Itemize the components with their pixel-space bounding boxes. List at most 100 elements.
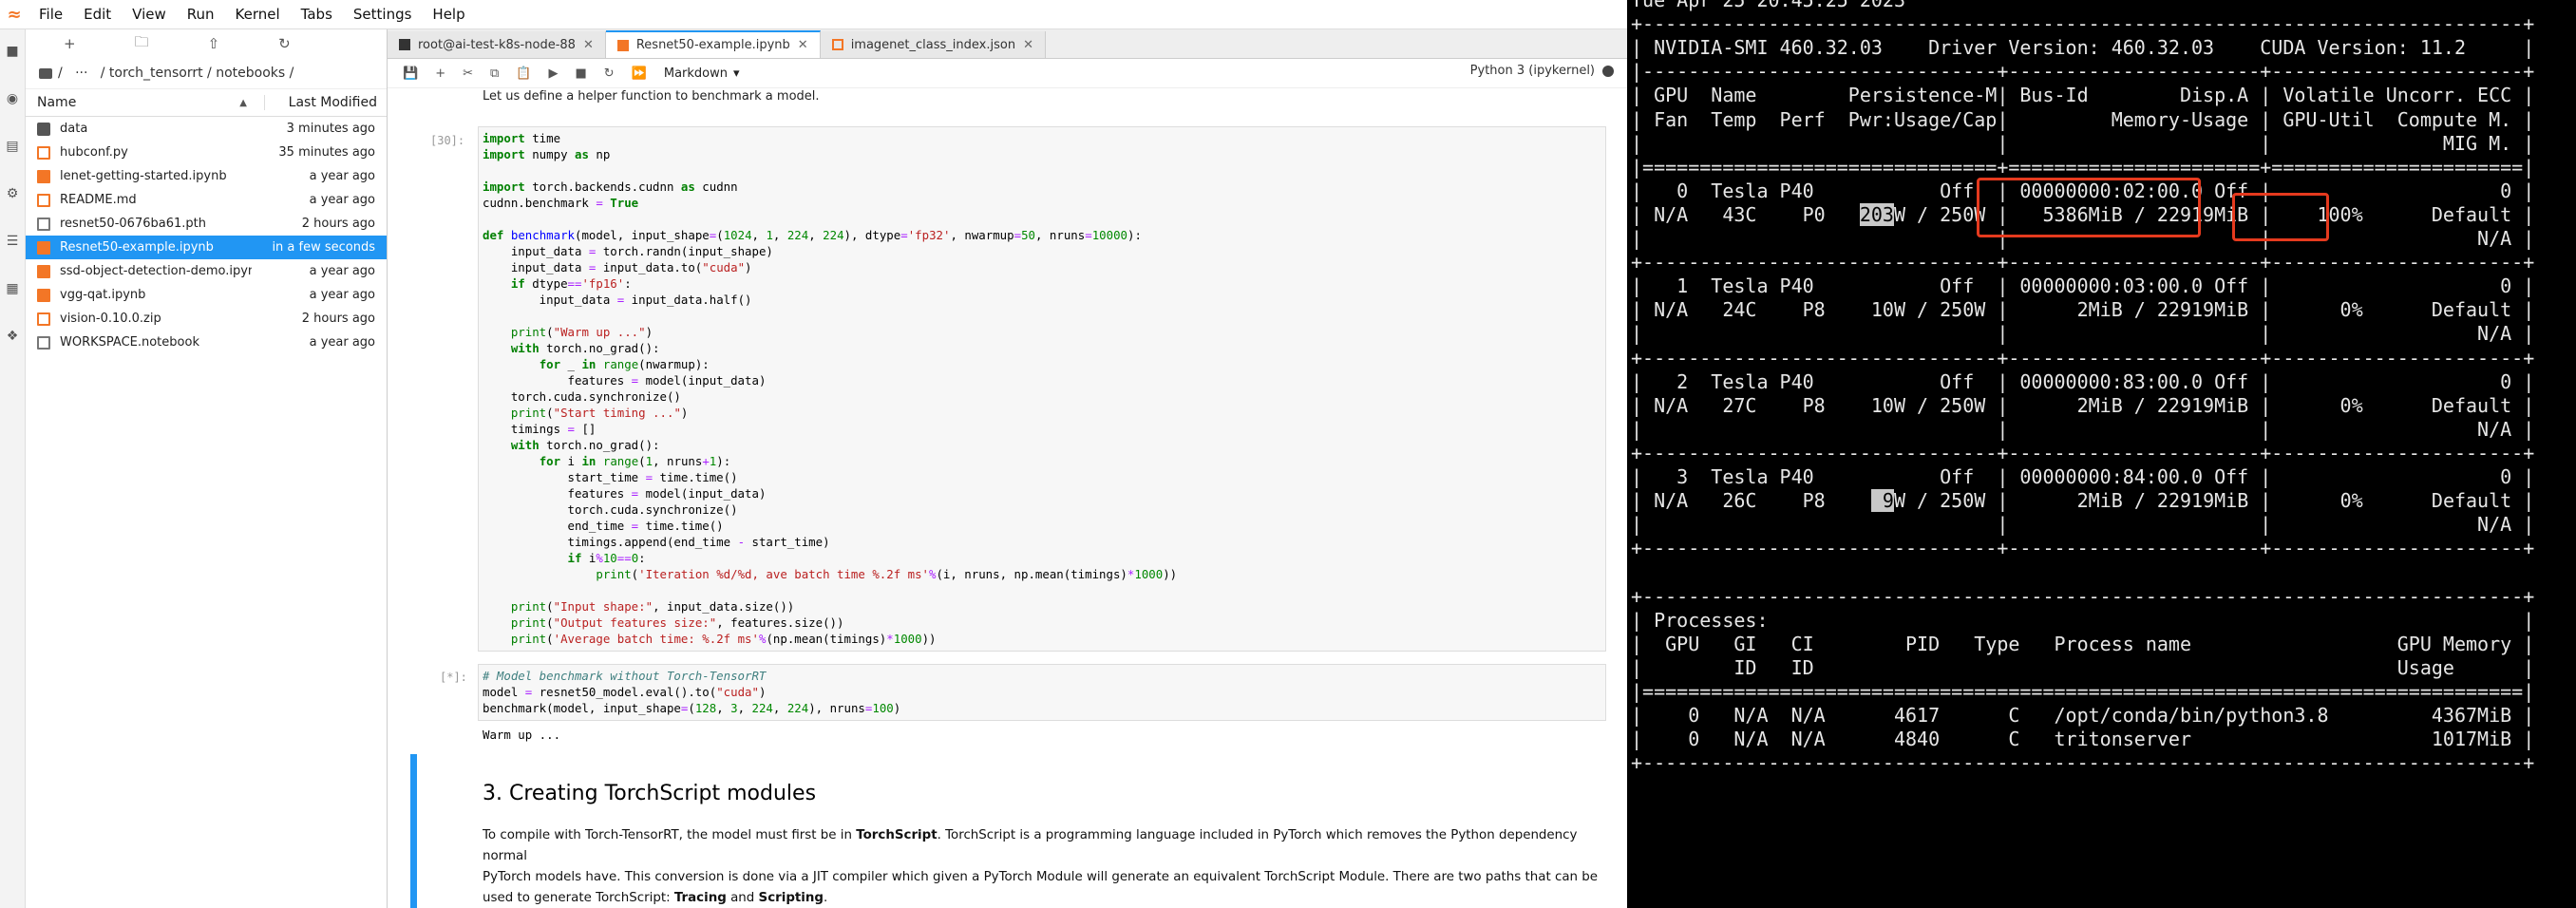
close-icon[interactable]: ✕	[1023, 38, 1033, 52]
file-item[interactable]: Resnet50-example.ipynb in a few seconds	[26, 236, 387, 259]
tabs-icon[interactable]: ▦	[4, 280, 21, 297]
paste-icon[interactable]: 📋	[516, 66, 531, 81]
terminal-line: | 0 N/A N/A 4840 C tritonserver 1017MiB …	[1631, 728, 2535, 751]
menu-kernel[interactable]: Kernel	[225, 6, 291, 23]
kernel-status[interactable]: Python 3 (ipykernel)	[1470, 64, 1614, 78]
cell-output: Warm up ...	[483, 728, 561, 742]
close-icon[interactable]: ✕	[583, 38, 594, 52]
folder-icon	[39, 67, 52, 79]
file-name: lenet-getting-started.ipynb	[60, 169, 227, 183]
menu-tabs[interactable]: Tabs	[291, 6, 343, 23]
sort-ascending-icon: ▲	[239, 97, 247, 108]
cell-type-select[interactable]: Markdown ▾	[664, 66, 740, 81]
terminal-line: |=======================================…	[1631, 679, 2535, 703]
file-item[interactable]: WORKSPACE.notebook a year ago	[26, 331, 387, 354]
upload-icon[interactable]: ⇧	[208, 35, 220, 52]
file-item[interactable]: lenet-getting-started.ipynb a year ago	[26, 164, 387, 188]
terminal-line: +-------------------------------+-------…	[1631, 441, 2535, 464]
file-browser: + 🗀 ⇧ ↻ / ··· / torch_tensorrt / noteboo…	[26, 29, 388, 908]
file-item[interactable]: resnet50-0676ba61.pth 2 hours ago	[26, 212, 387, 236]
running-icon[interactable]: ◉	[4, 90, 21, 107]
file-modified: 2 hours ago	[301, 217, 375, 231]
terminal-line: | N/A 26C P8 9W / 250W | 2MiB / 22919MiB…	[1631, 489, 2535, 513]
commands-icon[interactable]: ▤	[4, 138, 21, 155]
notebook-toolbar: 💾 + ✂ ⧉ 📋 ▶ ■ ↻ ⏩ Markdown ▾	[388, 59, 1627, 88]
zip-file-icon	[37, 312, 50, 326]
python-file-icon	[37, 145, 50, 160]
terminal-line: | | | N/A |	[1631, 417, 2535, 441]
terminal-line: | 3 Tesla P40 Off | 00000000:84:00.0 Off…	[1631, 465, 2535, 488]
file-modified: 35 minutes ago	[278, 145, 375, 160]
tab-json[interactable]: imagenet_class_index.json ✕	[820, 31, 1046, 58]
insert-cell-icon[interactable]: +	[435, 66, 445, 81]
run-icon[interactable]: ▶	[548, 66, 558, 81]
notebook-icon	[37, 288, 50, 302]
menu-help[interactable]: Help	[422, 6, 475, 23]
save-icon[interactable]: 💾	[403, 66, 418, 81]
terminal-line: |-------------------------------+-------…	[1631, 60, 2535, 84]
property-inspector-icon[interactable]: ⚙	[4, 185, 21, 202]
file-item[interactable]: hubconf.py 35 minutes ago	[26, 141, 387, 164]
extensions-icon[interactable]: ❖	[4, 328, 21, 345]
menu-edit[interactable]: Edit	[73, 6, 122, 23]
cell-prompt: [*]:	[440, 671, 467, 684]
terminal-line: | ID ID Usage |	[1631, 655, 2535, 679]
highlight-box-gpu-util	[2232, 193, 2329, 241]
terminal-line: +-------------------------------+-------…	[1631, 346, 2535, 369]
menubar: ≈ File Edit View Run Kernel Tabs Setting…	[0, 0, 1627, 29]
menu-view[interactable]: View	[122, 6, 177, 23]
file-modified: a year ago	[309, 193, 375, 207]
file-item[interactable]: README.md a year ago	[26, 188, 387, 212]
new-folder-icon[interactable]: 🗀	[135, 32, 149, 56]
column-last-modified[interactable]: Last Modified	[264, 95, 387, 110]
chevron-down-icon: ▾	[733, 66, 740, 81]
toc-icon[interactable]: ☰	[4, 233, 21, 250]
tab-terminal[interactable]: root@ai-test-k8s-node-88 ✕	[388, 31, 606, 58]
restart-icon[interactable]: ↻	[604, 66, 615, 81]
refresh-icon[interactable]: ↻	[278, 35, 291, 52]
close-icon[interactable]: ✕	[798, 38, 808, 52]
file-item[interactable]: data 3 minutes ago	[26, 117, 387, 141]
code-text: # Model benchmark without Torch-TensorRT…	[483, 669, 901, 715]
kernel-busy-icon	[1602, 65, 1614, 77]
stop-icon[interactable]: ■	[575, 66, 586, 81]
active-cell-indicator[interactable]	[410, 754, 417, 908]
file-item[interactable]: vision-0.10.0.zip 2 hours ago	[26, 307, 387, 331]
file-list: data 3 minutes ago hubconf.py 35 minutes ag…	[26, 117, 387, 354]
terminal-line: | 1 Tesla P40 Off | 00000000:03:00.0 Off…	[1631, 274, 2535, 298]
file-item[interactable]: vgg-qat.ipynb a year ago	[26, 283, 387, 307]
file-name: resnet50-0676ba61.pth	[60, 217, 206, 231]
folder-icon	[37, 122, 50, 136]
terminal-line: +---------------------------------------…	[1631, 751, 2535, 775]
file-item[interactable]: ssd-object-detection-demo.ipynb a year ag…	[26, 259, 387, 283]
code-cell-run-benchmark[interactable]: # Model benchmark without Torch-TensorRT…	[478, 664, 1606, 721]
file-name: hubconf.py	[60, 145, 128, 160]
column-name[interactable]: Name	[26, 95, 239, 110]
tab-notebook[interactable]: Resnet50-example.ipynb ✕	[605, 30, 821, 58]
file-name: Resnet50-example.ipynb	[60, 240, 214, 255]
terminal-line: +---------------------------------------…	[1631, 584, 2535, 608]
terminal-cursor-highlight: 203	[1859, 202, 1894, 226]
terminal-panel[interactable]: Tue Apr 25 20:45:25 2023 +---------------…	[1627, 0, 2576, 908]
menu-file[interactable]: File	[28, 6, 73, 23]
notebook-icon	[37, 264, 50, 278]
file-icon	[37, 217, 50, 231]
main-area: root@ai-test-k8s-node-88 ✕ Resnet50-exam…	[388, 29, 1627, 908]
file-modified: in a few seconds	[272, 240, 375, 255]
breadcrumb[interactable]: / ··· / torch_tensorrt / notebooks /	[26, 58, 387, 89]
file-name: vision-0.10.0.zip	[60, 312, 161, 326]
fast-forward-icon[interactable]: ⏩	[632, 66, 647, 81]
file-modified: 2 hours ago	[301, 312, 375, 326]
code-cell-benchmark[interactable]: import time import numpy as np import to…	[478, 126, 1606, 652]
terminal-line: +---------------------------------------…	[1631, 12, 2535, 36]
menu-run[interactable]: Run	[177, 6, 225, 23]
copy-icon[interactable]: ⧉	[490, 66, 499, 81]
jupyter-logo-icon: ≈	[7, 4, 22, 25]
cut-icon[interactable]: ✂	[463, 66, 473, 81]
new-launcher-icon[interactable]: +	[64, 35, 76, 52]
section-paragraph: To compile with Torch-TensorRT, the mode…	[483, 828, 1599, 905]
menu-settings[interactable]: Settings	[343, 6, 423, 23]
folder-icon[interactable]: ■	[4, 43, 21, 60]
terminal-line: | 2 Tesla P40 Off | 00000000:83:00.0 Off…	[1631, 369, 2535, 393]
file-modified: a year ago	[309, 335, 375, 350]
